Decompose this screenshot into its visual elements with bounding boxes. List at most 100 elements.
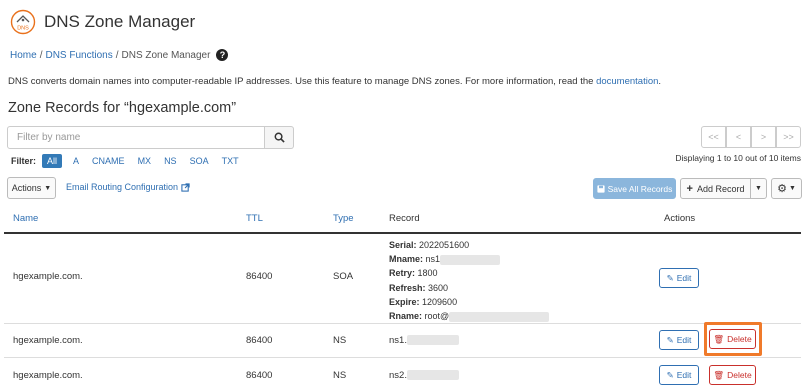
- caret-down-icon: ▼: [755, 185, 762, 192]
- filter-all[interactable]: All: [42, 154, 63, 168]
- actions-label: Actions: [11, 183, 42, 193]
- external-link-icon: [181, 182, 190, 192]
- pencil-icon: ✎: [666, 272, 674, 283]
- edit-button[interactable]: ✎ Edit: [659, 365, 699, 385]
- column-header-record: Record: [389, 213, 420, 224]
- filter-cname[interactable]: CNAME: [92, 156, 125, 166]
- pencil-icon: ✎: [666, 334, 674, 345]
- row-ttl: 86400: [246, 370, 273, 381]
- search-input[interactable]: Filter by name: [7, 126, 265, 149]
- row-record-value: ns2.: [389, 370, 407, 381]
- row-type: NS: [333, 370, 347, 381]
- save-icon: [597, 184, 605, 193]
- breadcrumb-separator: /: [39, 49, 43, 61]
- caret-down-icon: ▼: [788, 185, 796, 192]
- soa-serial-label: Serial:: [389, 240, 417, 250]
- pagination-prev-button[interactable]: <: [726, 126, 751, 148]
- zone-records-heading: Zone Records for “hgexample.com”: [8, 100, 237, 116]
- trash-icon: 🗑: [713, 369, 725, 380]
- email-routing-label: Email Routing Configuration: [66, 182, 179, 192]
- edit-label: Edit: [676, 335, 692, 345]
- pagination-status: Displaying 1 to 10 out of 10 items: [675, 153, 801, 163]
- search-icon: [274, 132, 285, 143]
- soa-refresh-value: 3600: [428, 282, 449, 293]
- breadcrumb-current: DNS Zone Manager: [121, 49, 211, 61]
- svg-text:DNS: DNS: [17, 26, 29, 32]
- pagination-last-button[interactable]: >>: [776, 126, 801, 148]
- actions-dropdown-button[interactable]: Actions ▼: [7, 177, 56, 199]
- column-header-actions: Actions: [664, 213, 696, 224]
- filter-txt[interactable]: TXT: [222, 156, 239, 166]
- pencil-icon: ✎: [666, 369, 674, 380]
- column-header-ttl[interactable]: TTL: [246, 213, 263, 224]
- settings-dropdown-button[interactable]: ⚙ ▼: [771, 178, 802, 199]
- pagination-next-button[interactable]: >: [751, 126, 776, 148]
- breadcrumb-dns-functions-link[interactable]: DNS Functions: [45, 50, 112, 61]
- soa-mname-label: Mname:: [389, 254, 424, 265]
- row-name: hgexample.com.: [13, 335, 83, 346]
- row-type: NS: [333, 335, 347, 346]
- soa-rname-value: root@: [424, 311, 450, 322]
- row-name: hgexample.com.: [13, 271, 83, 282]
- filter-label: Filter:: [11, 156, 37, 166]
- row-divider: [4, 323, 801, 324]
- email-routing-link[interactable]: Email Routing Configuration: [66, 182, 190, 192]
- dns-app-icon: DNS: [10, 9, 36, 35]
- row-ttl: 86400: [246, 271, 273, 282]
- row-ttl: 86400: [246, 335, 273, 346]
- filter-ns[interactable]: NS: [164, 156, 177, 166]
- edit-label: Edit: [676, 370, 692, 380]
- soa-expire-value: 1209600: [422, 296, 458, 307]
- breadcrumb-separator: /: [115, 49, 119, 61]
- column-header-name[interactable]: Name: [13, 213, 38, 224]
- filter-a[interactable]: A: [73, 156, 79, 166]
- record-type-filter: Filter: All A CNAME MX NS SOA TXT: [11, 154, 252, 168]
- caret-down-icon: ▼: [44, 184, 52, 192]
- filter-mx[interactable]: MX: [138, 156, 152, 166]
- row-record-value: ns1.: [389, 335, 407, 346]
- description-text: DNS converts domain names into computer-…: [8, 76, 597, 87]
- soa-expire-label: Expire:: [389, 296, 420, 307]
- gear-icon: ⚙: [777, 183, 787, 195]
- pagination-first-button[interactable]: <<: [701, 126, 726, 148]
- page-title: DNS Zone Manager: [44, 12, 196, 31]
- soa-retry-value: 1800: [417, 268, 438, 279]
- row-record: ns1.: [389, 335, 459, 346]
- add-record-label: Add Record: [696, 183, 745, 194]
- add-record-dropdown-button[interactable]: ▼: [750, 178, 767, 199]
- help-icon[interactable]: ?: [216, 49, 229, 61]
- redacted-text: [406, 370, 459, 381]
- table-header-divider: [4, 232, 801, 234]
- filter-soa[interactable]: SOA: [190, 156, 209, 166]
- soa-serial-value: 2022051600: [419, 240, 470, 250]
- documentation-link[interactable]: documentation: [596, 76, 658, 87]
- soa-record-details: Serial: 2022051600 Mname: ns1 Retry: 180…: [389, 238, 550, 323]
- row-type: SOA: [333, 271, 354, 282]
- row-divider: [4, 357, 801, 358]
- soa-mname-value: ns1: [425, 254, 441, 265]
- delete-button-highlight: [704, 322, 762, 356]
- soa-refresh-label: Refresh:: [389, 282, 426, 293]
- row-record: ns2.: [389, 370, 459, 381]
- soa-retry-label: Retry:: [389, 268, 416, 279]
- description-end: .: [658, 76, 662, 87]
- row-name: hgexample.com.: [13, 370, 83, 381]
- search-button[interactable]: [265, 126, 294, 149]
- add-record-button[interactable]: + Add Record: [680, 178, 751, 199]
- redacted-text: [406, 335, 459, 346]
- edit-button[interactable]: ✎ Edit: [659, 268, 699, 288]
- breadcrumb-home-link[interactable]: Home: [10, 50, 37, 61]
- soa-rname-label: Rname:: [389, 311, 423, 322]
- plus-icon: +: [686, 182, 693, 195]
- edit-button[interactable]: ✎ Edit: [659, 330, 699, 350]
- breadcrumb: Home / DNS Functions / DNS Zone Manager …: [10, 49, 229, 61]
- edit-label: Edit: [676, 273, 692, 283]
- delete-label: Delete: [727, 370, 752, 380]
- redacted-text: [449, 311, 550, 322]
- redacted-text: [440, 254, 501, 265]
- save-all-records-button[interactable]: Save All Records: [593, 178, 676, 199]
- save-all-label: Save All Records: [607, 183, 673, 194]
- page-description: DNS converts domain names into computer-…: [8, 76, 661, 87]
- column-header-type[interactable]: Type: [333, 213, 354, 224]
- delete-button[interactable]: 🗑 Delete: [709, 365, 756, 385]
